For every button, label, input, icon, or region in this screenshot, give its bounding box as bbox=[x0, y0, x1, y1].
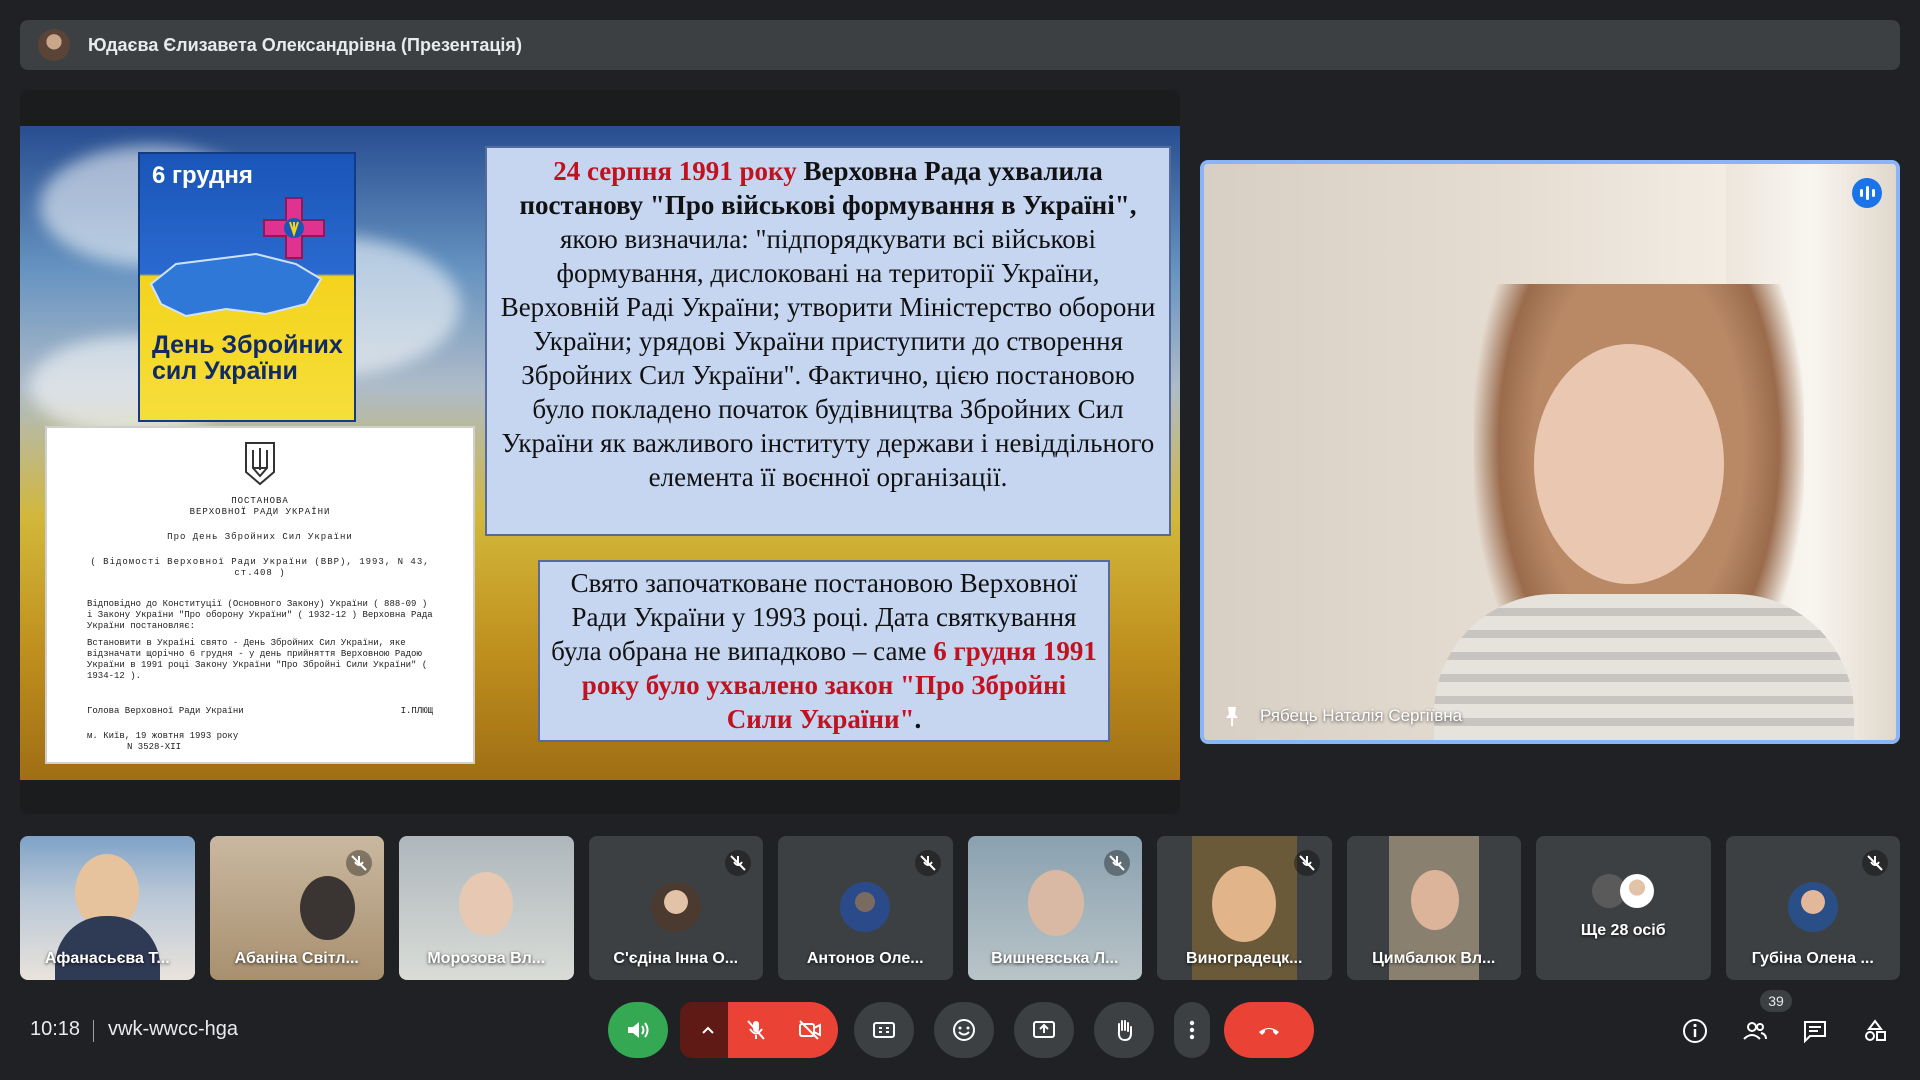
doc-name: Про День Збройних Сил України bbox=[167, 532, 353, 542]
doc-sign-left: Голова Верховної Ради України bbox=[87, 706, 244, 716]
participant-tile[interactable]: Абаніна Світл... bbox=[209, 836, 384, 980]
meeting-info-button[interactable] bbox=[1680, 1016, 1710, 1046]
participant-strip: Афанасьєва Т... Абаніна Світл... Морозов… bbox=[20, 836, 1900, 980]
raise-hand-button[interactable] bbox=[1094, 1002, 1154, 1058]
presenter-bar: Юдаєва Єлизавета Олександрівна (Презента… bbox=[20, 20, 1900, 70]
doc-sign-right: І.ПЛЮЩ bbox=[400, 706, 433, 716]
meeting-time: 10:18 bbox=[30, 1018, 81, 1040]
more-vert-icon bbox=[1189, 1020, 1195, 1040]
box1-date: 24 серпня 1991 року bbox=[553, 156, 797, 186]
hand-icon bbox=[1117, 1020, 1132, 1042]
participant-name: Виноградецк... bbox=[1186, 950, 1303, 967]
activities-button[interactable] bbox=[1860, 1016, 1890, 1046]
participant-tile[interactable]: Антонов Оле... bbox=[778, 836, 953, 980]
pin-icon[interactable] bbox=[1220, 704, 1244, 728]
presenter-avatar bbox=[38, 29, 70, 61]
participant-tile[interactable]: Виноградецк... bbox=[1157, 836, 1332, 980]
more-options-button[interactable] bbox=[1174, 1002, 1210, 1058]
muted-mic-icon bbox=[346, 850, 372, 876]
military-cross-icon bbox=[263, 197, 325, 259]
mic-off-icon bbox=[747, 1020, 765, 1040]
people-count-badge: 39 bbox=[1760, 990, 1792, 1012]
microphone-toggle-button[interactable] bbox=[728, 1002, 784, 1058]
slide-text-box-1: 24 серпня 1991 року Верховна Рада ухвали… bbox=[485, 146, 1171, 536]
doc-paragraph-2: Встановити в Україні свято - День Збройн… bbox=[87, 638, 428, 681]
participant-avatar bbox=[1787, 882, 1838, 932]
info-icon bbox=[1683, 1019, 1707, 1043]
participant-name: Морозова Вл... bbox=[427, 950, 546, 967]
box2-end: . bbox=[914, 704, 922, 734]
doc-number: N 3528-XII bbox=[127, 742, 182, 752]
participant-name: Цимбалюк Вл... bbox=[1372, 950, 1496, 967]
muted-mic-icon bbox=[1862, 850, 1888, 876]
participant-tile[interactable]: Афанасьєва Т... bbox=[20, 836, 195, 980]
armed-forces-day-poster: 6 грудня День Збройних сил України bbox=[138, 152, 356, 422]
camera-off-icon bbox=[799, 1020, 821, 1040]
captions-button[interactable] bbox=[854, 1002, 914, 1058]
reactions-button[interactable] bbox=[934, 1002, 994, 1058]
end-call-icon bbox=[1259, 1028, 1279, 1035]
participant-name: Абаніна Світл... bbox=[234, 950, 359, 967]
doc-source: ( Відомості Верховної Ради України (ВВР)… bbox=[90, 557, 430, 578]
chevron-up-icon bbox=[702, 1026, 714, 1034]
participant-tile[interactable]: Морозова Вл... bbox=[399, 836, 574, 980]
participant-name: С'єдіна Інна О... bbox=[613, 950, 739, 967]
participant-avatar bbox=[650, 882, 701, 932]
participant-tile[interactable]: Губіна Олена ... bbox=[1725, 836, 1900, 980]
muted-mic-icon bbox=[725, 850, 751, 876]
participant-name: Антонов Оле... bbox=[806, 950, 924, 967]
presentation-slide: 6 грудня День Збройних сил України ПОСТА… bbox=[20, 126, 1180, 780]
muted-mic-icon bbox=[1293, 850, 1320, 876]
emoji-icon bbox=[953, 1019, 975, 1041]
volume-icon bbox=[628, 1022, 649, 1038]
participant-tile[interactable]: Вишневська Л... bbox=[967, 836, 1142, 980]
active-speaker-tile[interactable]: Рябець Наталія Сергіївна bbox=[1200, 160, 1900, 744]
muted-mic-icon bbox=[914, 850, 941, 876]
doc-title: ПОСТАНОВА bbox=[231, 496, 289, 506]
chat-button[interactable] bbox=[1800, 1016, 1830, 1046]
participant-tile[interactable]: Цимбалюк Вл... bbox=[1346, 836, 1521, 980]
captions-icon bbox=[873, 1022, 895, 1038]
camera-toggle-button[interactable] bbox=[782, 1002, 838, 1058]
presentation-view[interactable]: 6 грудня День Збройних сил України ПОСТА… bbox=[20, 90, 1180, 814]
present-icon bbox=[1033, 1021, 1055, 1038]
participant-name: Афанасьєва Т... bbox=[44, 950, 170, 967]
muted-mic-icon bbox=[1104, 850, 1130, 876]
more-participants-tile[interactable]: Ще 28 осіб bbox=[1536, 836, 1711, 980]
participant-tile[interactable]: С'єдіна Інна О... bbox=[588, 836, 763, 980]
activities-icon bbox=[1865, 1019, 1886, 1041]
present-screen-button[interactable] bbox=[1014, 1002, 1074, 1058]
participant-name: Вишневська Л... bbox=[991, 950, 1119, 967]
more-participants-label: Ще 28 осіб bbox=[1580, 922, 1666, 939]
chat-icon bbox=[1804, 1021, 1826, 1044]
slide-text-box-2: Свято започатковане постановою Верховної… bbox=[538, 560, 1110, 742]
poster-title: День Збройних сил України bbox=[152, 331, 343, 385]
doc-paragraph-1: Відповідно до Конституції (Основного Зак… bbox=[87, 599, 433, 631]
doc-place: м. Київ, 19 жовтня 1993 року bbox=[87, 731, 239, 741]
leave-call-button[interactable] bbox=[1224, 1002, 1314, 1058]
people-button[interactable] bbox=[1740, 1016, 1770, 1046]
participant-avatar bbox=[840, 882, 891, 932]
meeting-code: vwk-wwcc-hga bbox=[108, 1018, 239, 1040]
participant-name: Губіна Олена ... bbox=[1751, 950, 1874, 967]
resolution-document: ПОСТАНОВА ВЕРХОВНОЇ РАДИ УКРАЇНИ Про Ден… bbox=[45, 426, 475, 764]
control-bar: 10:18 vwk-wwcc-hga 39 bbox=[0, 990, 1920, 1080]
participant-avatar bbox=[1620, 874, 1654, 908]
presenter-title: Юдаєва Єлизавета Олександрівна (Презента… bbox=[88, 34, 522, 55]
doc-subtitle: ВЕРХОВНОЇ РАДИ УКРАЇНИ bbox=[189, 507, 331, 517]
speaker-name: Рябець Наталія Сергіївна bbox=[1260, 706, 1463, 725]
people-icon bbox=[1743, 1022, 1767, 1040]
box1-text: якою визначила: "підпорядкувати всі війс… bbox=[500, 224, 1156, 492]
trident-emblem-icon bbox=[245, 442, 275, 486]
speaker-volume-button[interactable] bbox=[608, 1002, 668, 1058]
poster-date: 6 грудня bbox=[152, 162, 253, 189]
speaking-indicator-icon bbox=[1852, 178, 1882, 208]
